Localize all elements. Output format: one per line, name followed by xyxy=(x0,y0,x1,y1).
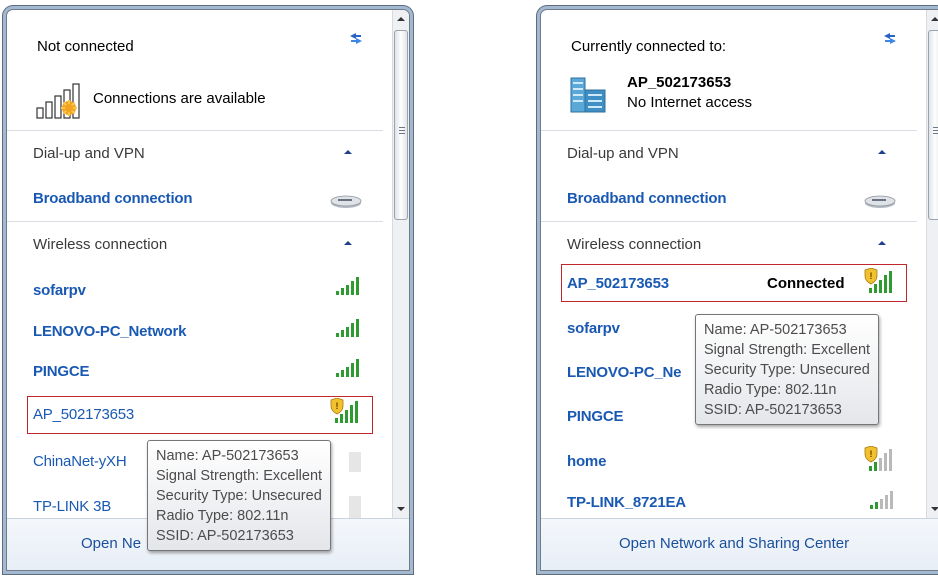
vertical-scrollbar[interactable] xyxy=(392,10,409,518)
open-network-center-link[interactable]: Open Network and Sharing Center xyxy=(619,535,849,552)
connection-status-title: Currently connected to: xyxy=(571,38,727,55)
network-tooltip: Name: AP-502173653 Signal Strength: Exce… xyxy=(147,440,332,551)
tooltip-line: Name: AP-502173653 xyxy=(704,322,847,338)
network-item-ap[interactable]: AP_502173653 xyxy=(33,406,134,423)
network-item-tplink[interactable]: TP-LINK 3B xyxy=(33,498,111,515)
svg-text:!: ! xyxy=(336,401,339,411)
section-label: Dial-up and VPN xyxy=(33,145,145,162)
signal-strength-icon xyxy=(336,359,359,377)
scroll-grip xyxy=(399,130,405,131)
scroll-thumb[interactable] xyxy=(394,30,408,220)
unsecured-weak-signal-icon: ! xyxy=(864,446,892,471)
section-label: Wireless connection xyxy=(33,236,168,253)
flyout-content: Currently connected to: AP_502173653 No … xyxy=(541,10,917,518)
chevron-up-icon[interactable] xyxy=(875,236,889,250)
signal-strength-icon xyxy=(349,496,361,518)
signal-strength-icon xyxy=(349,452,361,472)
chevron-up-icon[interactable] xyxy=(875,145,889,159)
network-item-lenovo[interactable]: LENOVO-PC_Network xyxy=(33,323,186,340)
internet-access-status: No Internet access xyxy=(627,94,753,111)
tooltip-line: Security Type: Unsecured xyxy=(704,362,870,378)
signal-strength-icon xyxy=(336,277,359,295)
scroll-grip xyxy=(933,127,938,128)
section-label: Wireless connection xyxy=(567,236,702,253)
tooltip-line: Radio Type: 802.11n xyxy=(156,508,289,524)
vertical-scrollbar[interactable] xyxy=(926,10,938,518)
section-dialup-vpn[interactable]: Dial-up and VPN xyxy=(541,130,917,176)
tooltip-line: Signal Strength: Excellent xyxy=(156,468,323,484)
refresh-icon[interactable] xyxy=(347,30,365,46)
connection-status-title: Not connected xyxy=(37,38,134,55)
chevron-up-icon[interactable] xyxy=(341,145,355,159)
scroll-grip xyxy=(933,130,938,131)
modem-icon xyxy=(330,195,362,208)
network-item-lenovo[interactable]: LENOVO-PC_Ne xyxy=(567,364,681,381)
section-dialup-vpn[interactable]: Dial-up and VPN xyxy=(7,130,383,176)
modem-icon xyxy=(864,195,896,208)
network-item-chinanet[interactable]: ChinaNet-yXH xyxy=(33,453,127,470)
network-item-sofarpv[interactable]: sofarpv xyxy=(33,282,86,299)
availability-text: Connections are available xyxy=(93,90,266,107)
scroll-down-arrow-icon[interactable] xyxy=(393,500,409,518)
scroll-down-arrow-icon[interactable] xyxy=(927,500,938,518)
chevron-up-icon[interactable] xyxy=(341,236,355,250)
unsecured-signal-icon: ! xyxy=(864,268,892,293)
network-flyout-not-connected: Not connected Connections are available … xyxy=(6,9,410,571)
network-tooltip: Name: AP-502173653 Signal Strength: Exce… xyxy=(695,314,880,425)
open-network-center-link[interactable]: Open Ne xyxy=(81,535,141,552)
network-item-tplink[interactable]: TP-LINK_8721EA xyxy=(567,494,686,511)
scroll-grip xyxy=(399,133,405,134)
flyout-footer: Open Network and Sharing Center xyxy=(541,518,938,570)
section-wireless[interactable]: Wireless connection xyxy=(541,221,917,267)
network-item-pingce[interactable]: PINGCE xyxy=(33,363,90,380)
section-label: Dial-up and VPN xyxy=(567,145,679,162)
tooltip-line: Radio Type: 802.11n xyxy=(704,382,837,398)
svg-text:!: ! xyxy=(870,449,873,459)
tooltip-line: Signal Strength: Excellent xyxy=(704,342,871,358)
network-flyout-connected: Currently connected to: AP_502173653 No … xyxy=(540,9,938,571)
scroll-grip xyxy=(933,133,938,134)
tooltip-line: SSID: AP-502173653 xyxy=(156,528,294,544)
svg-text:!: ! xyxy=(870,271,873,281)
tooltip-line: Name: AP-502173653 xyxy=(156,448,299,464)
connected-status-label: Connected xyxy=(767,275,845,292)
signal-available-icon xyxy=(36,83,80,119)
scroll-up-arrow-icon[interactable] xyxy=(927,10,938,28)
broadband-connection-item[interactable]: Broadband connection xyxy=(33,190,193,207)
unsecured-signal-icon: ! xyxy=(330,398,358,423)
network-item-home[interactable]: home xyxy=(567,453,606,470)
weak-signal-icon xyxy=(870,491,893,509)
broadband-connection-item[interactable]: Broadband connection xyxy=(567,190,727,207)
connected-network-name: AP_502173653 xyxy=(627,74,732,91)
scroll-thumb[interactable] xyxy=(928,30,938,220)
tooltip-line: SSID: AP-502173653 xyxy=(704,402,842,418)
network-item-ap-connected[interactable]: AP_502173653 xyxy=(567,275,669,292)
scroll-grip xyxy=(399,127,405,128)
network-item-sofarpv[interactable]: sofarpv xyxy=(567,320,620,337)
tooltip-line: Security Type: Unsecured xyxy=(156,488,322,504)
signal-strength-icon xyxy=(336,319,359,337)
scroll-up-arrow-icon[interactable] xyxy=(393,10,409,28)
section-wireless[interactable]: Wireless connection xyxy=(7,221,383,267)
network-building-icon xyxy=(570,77,606,113)
network-item-pingce[interactable]: PINGCE xyxy=(567,408,624,425)
refresh-icon[interactable] xyxy=(881,30,899,46)
